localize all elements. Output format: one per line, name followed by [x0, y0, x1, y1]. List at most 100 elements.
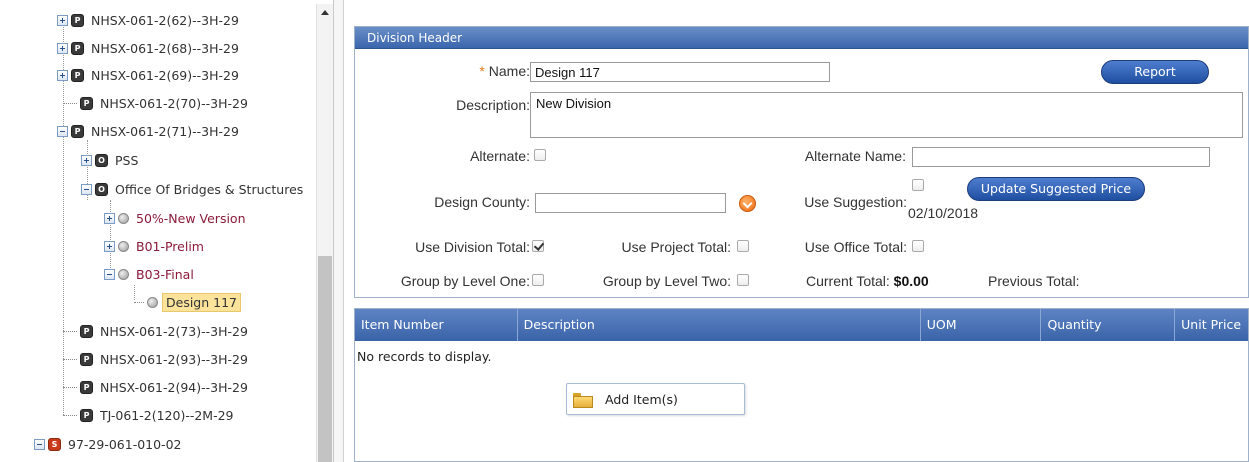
required-marker: *	[479, 63, 485, 79]
tree-node-selected[interactable]: Design 117	[134, 291, 241, 313]
tree-node[interactable]: O PSS	[81, 149, 141, 171]
tree-node-label[interactable]: NHSX-061-2(94)--3H-29	[97, 379, 251, 396]
scrollbar-thumb[interactable]	[318, 256, 332, 462]
description-label: Description:	[456, 97, 530, 113]
project-icon: P	[80, 352, 93, 366]
tree-node[interactable]: P NHSX-061-2(71)--3H-29	[57, 120, 242, 142]
county-dropdown-icon[interactable]	[739, 195, 756, 212]
tree-node-label[interactable]: B01-Prelim	[133, 238, 207, 255]
tree-node-label[interactable]: NHSX-061-2(69)--3H-29	[88, 67, 242, 84]
tree-scrollbar[interactable]	[316, 4, 333, 462]
tree-node[interactable]: P NHSX-061-2(69)--3H-29	[57, 64, 242, 86]
name-input[interactable]	[530, 62, 830, 82]
tree-node[interactable]: 50%-New Version	[104, 207, 249, 229]
use-office-total-checkbox[interactable]	[912, 240, 924, 252]
grid-header: Item Number Description UOM Quantity Uni…	[355, 309, 1248, 341]
tree-node[interactable]: S 97-29-061-010-02	[34, 433, 184, 455]
tree-node[interactable]: P NHSX-061-2(62)--3H-29	[57, 9, 242, 31]
folder-icon	[573, 392, 593, 408]
project-icon: P	[80, 380, 93, 394]
name-label: Name:	[488, 63, 530, 79]
project-icon: P	[71, 68, 84, 82]
project-icon: P	[80, 408, 93, 422]
tree-node-label[interactable]: NHSX-061-2(62)--3H-29	[88, 12, 242, 29]
design-county-input[interactable]	[535, 193, 726, 213]
column-header-item-number[interactable]: Item Number	[355, 309, 518, 341]
collapse-icon[interactable]	[34, 438, 45, 450]
estimate-dot-icon	[118, 268, 129, 280]
tree-node[interactable]: P NHSX-061-2(73)--3H-29	[63, 320, 251, 342]
expand-icon[interactable]	[57, 69, 68, 81]
tree-node-label[interactable]: B03-Final	[133, 266, 197, 283]
alternate-label: Alternate:	[470, 148, 530, 164]
collapse-icon[interactable]	[57, 125, 68, 137]
use-project-total-checkbox[interactable]	[737, 240, 749, 252]
column-header-quantity[interactable]: Quantity	[1041, 309, 1176, 341]
current-total-group: Current Total: $0.00	[806, 273, 929, 289]
project-icon: P	[71, 41, 84, 55]
tree-node[interactable]: P NHSX-061-2(93)--3H-29	[63, 348, 251, 370]
tree-node[interactable]: P NHSX-061-2(94)--3H-29	[63, 376, 251, 398]
column-header-description[interactable]: Description	[518, 309, 921, 341]
tree-node-label[interactable]: NHSX-061-2(68)--3H-29	[88, 40, 242, 57]
context-menu: Add Item(s)	[566, 383, 745, 415]
tree-connector	[63, 330, 77, 332]
description-textarea[interactable]: New Division	[530, 92, 1243, 138]
project-icon: P	[71, 13, 84, 27]
tree-node[interactable]: B01-Prelim	[104, 235, 207, 257]
tree-node-label[interactable]: PSS	[112, 152, 141, 169]
collapse-icon[interactable]	[104, 268, 115, 280]
no-records-message: No records to display.	[357, 349, 492, 364]
report-button[interactable]: Report	[1101, 60, 1209, 84]
tree-node[interactable]: B03-Final	[104, 263, 197, 285]
column-header-uom[interactable]: UOM	[921, 309, 1042, 341]
group-level-one-checkbox[interactable]	[532, 274, 544, 286]
tree-node-label[interactable]: NHSX-061-2(73)--3H-29	[97, 323, 251, 340]
menu-item-label: Add Item(s)	[605, 391, 678, 407]
alternate-checkbox[interactable]	[534, 149, 546, 161]
tree-node-label[interactable]: Design 117	[162, 292, 241, 312]
tree-node-label[interactable]: 97-29-061-010-02	[65, 436, 184, 453]
expand-icon[interactable]	[81, 154, 92, 166]
tree-connector	[63, 414, 77, 416]
scroll-up-arrow-icon[interactable]	[321, 10, 329, 15]
tree-node[interactable]: P TJ-061-2(120)--2M-29	[63, 404, 237, 426]
menu-item-add-items[interactable]: Add Item(s)	[573, 388, 678, 410]
division-dot-icon	[147, 296, 158, 308]
tree-node[interactable]: P NHSX-061-2(70)--3H-29	[63, 92, 251, 114]
use-division-total-checkbox[interactable]	[532, 240, 544, 252]
project-tree-panel: P NHSX-061-2(62)--3H-29 P NHSX-061-2(68)…	[0, 0, 334, 462]
tree-node-label[interactable]: NHSX-061-2(93)--3H-29	[97, 351, 251, 368]
use-project-total-label: Use Project Total:	[621, 239, 731, 255]
group-level-two-checkbox[interactable]	[737, 274, 749, 286]
items-grid: Item Number Description UOM Quantity Uni…	[354, 308, 1249, 462]
expand-icon[interactable]	[104, 240, 115, 252]
panel-splitter[interactable]	[334, 0, 344, 462]
use-suggestion-label: Use Suggestion:	[804, 194, 907, 210]
project-icon: P	[80, 96, 93, 110]
tree-node-label[interactable]: 50%-New Version	[133, 210, 249, 227]
tree-node-label[interactable]: Office Of Bridges & Structures	[112, 181, 306, 198]
suggestion-date: 02/10/2018	[908, 205, 979, 221]
column-header-unit-price[interactable]: Unit Price	[1175, 309, 1248, 341]
alternate-name-label: Alternate Name:	[804, 148, 906, 164]
office-icon: O	[95, 153, 108, 167]
project-icon: P	[71, 124, 84, 138]
use-division-total-label: Use Division Total:	[415, 239, 530, 255]
expand-icon[interactable]	[57, 42, 68, 54]
alternate-name-input[interactable]	[912, 147, 1210, 167]
expand-icon[interactable]	[104, 212, 115, 224]
state-project-icon: S	[48, 437, 61, 451]
tree-node[interactable]: O Office Of Bridges & Structures	[81, 178, 306, 200]
tree-node-label[interactable]: NHSX-061-2(70)--3H-29	[97, 95, 251, 112]
tree-node-label[interactable]: NHSX-061-2(71)--3H-29	[88, 123, 242, 140]
name-label-group: * Name:	[479, 63, 530, 79]
tree-node[interactable]: P NHSX-061-2(68)--3H-29	[57, 37, 242, 59]
tree-guide-line	[63, 18, 64, 318]
project-icon: P	[80, 324, 93, 338]
update-suggested-price-button[interactable]: Update Suggested Price	[967, 177, 1145, 201]
collapse-icon[interactable]	[81, 183, 92, 195]
expand-icon[interactable]	[57, 14, 68, 26]
use-suggestion-checkbox[interactable]	[912, 179, 924, 191]
tree-node-label[interactable]: TJ-061-2(120)--2M-29	[97, 407, 237, 424]
